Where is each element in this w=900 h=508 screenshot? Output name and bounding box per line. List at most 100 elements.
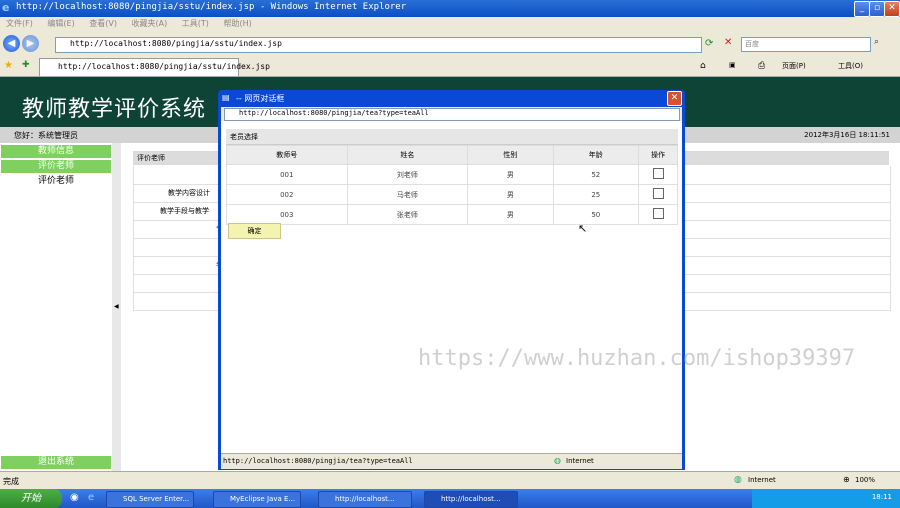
- cell-name: 刘老师: [346, 164, 469, 185]
- cell-id: 003: [226, 204, 348, 225]
- nav-teacher-info[interactable]: 教师信息: [1, 145, 111, 158]
- status-text: 完成: [3, 477, 19, 486]
- dialog-body: 老员选择 教师号 姓名 性别 年龄 操作 001 刘老师 男 52 002 马老…: [221, 121, 682, 453]
- address-input[interactable]: http://localhost:8080/pingjia/sstu/index…: [55, 37, 702, 53]
- favorites-star-icon[interactable]: ★: [4, 60, 13, 71]
- logout-button[interactable]: 退出系统: [1, 456, 111, 469]
- add-favorite-icon[interactable]: ✚: [22, 60, 30, 70]
- search-icon[interactable]: ⌕: [874, 37, 879, 47]
- cell-name: 张老师: [346, 204, 469, 225]
- tools-menu[interactable]: 工具(O): [838, 61, 863, 71]
- mouse-cursor-icon: ↖: [578, 222, 588, 235]
- dialog-url: http://localhost:8080/pingjia/tea?type=t…: [239, 109, 429, 117]
- table-row: 001 刘老师 男 52: [226, 164, 678, 185]
- close-icon[interactable]: ✕: [884, 1, 900, 17]
- tab-bar: ★ ✚ http://localhost:8080/pingjia/sstu/i…: [0, 57, 900, 77]
- datetime: 2012年3月16日 18:11:51: [804, 131, 890, 139]
- start-button[interactable]: 开始: [0, 489, 62, 508]
- ie-quicklaunch-icon[interactable]: e: [88, 492, 94, 503]
- select-checkbox[interactable]: [652, 168, 664, 179]
- task-label: http://localhost...: [335, 495, 395, 503]
- status-zoom[interactable]: 100%: [855, 476, 875, 484]
- nav-evaluate-teacher-sub[interactable]: 评价老师: [1, 175, 111, 188]
- select-checkbox[interactable]: [652, 208, 664, 219]
- feeds-icon[interactable]: ▣: [729, 61, 736, 69]
- table-header-row: 教师号 姓名 性别 年龄 操作: [226, 145, 678, 165]
- home-icon[interactable]: ⌂: [700, 61, 706, 71]
- teacher-table: 教师号 姓名 性别 年龄 操作 001 刘老师 男 52 002 马老师 男 2…: [226, 145, 678, 225]
- task-ie-1[interactable]: http://localhost...: [318, 491, 412, 508]
- dialog-status-bar: http://localhost:8080/pingjia/tea?type=t…: [221, 453, 682, 469]
- content-label: 教学内容设计: [168, 189, 210, 197]
- tab-title: http://localhost:8080/pingjia/sstu/index…: [58, 62, 270, 71]
- system-tray: 18:11: [752, 489, 900, 508]
- task-myeclipse[interactable]: MyEclipse Java E...: [213, 491, 301, 508]
- globe-icon: ◍: [554, 456, 561, 465]
- col-gender: 性别: [467, 145, 554, 165]
- maximize-icon[interactable]: ▫: [869, 1, 885, 17]
- search-placeholder: 百度: [745, 40, 759, 48]
- cell-age: 52: [552, 164, 640, 185]
- stop-icon[interactable]: ✕: [724, 37, 732, 48]
- modal-dialog: ▤ -- 网页对话框 ✕ http://localhost:8080/pingj…: [218, 90, 685, 470]
- content-header-label: 评价老师: [137, 154, 165, 162]
- taskbar: 开始 ◉ e SQL Server Enter... MyEclipse Jav…: [0, 489, 900, 508]
- menu-file[interactable]: 文件(F): [6, 17, 33, 31]
- col-action: 操作: [638, 145, 678, 165]
- confirm-button[interactable]: 确定: [228, 223, 281, 239]
- status-zone: Internet: [748, 476, 776, 484]
- forward-icon[interactable]: ▶: [22, 35, 39, 52]
- col-teacher-id: 教师号: [226, 145, 348, 165]
- col-name: 姓名: [346, 145, 469, 165]
- back-icon[interactable]: ◀: [3, 35, 20, 52]
- table-row: 002 马老师 男 25: [226, 184, 678, 205]
- cell-age: 50: [552, 204, 640, 225]
- content-label: 教学手段与教学: [160, 207, 209, 215]
- section-header: 老员选择: [226, 129, 678, 145]
- menu-tools[interactable]: 工具(T): [182, 17, 209, 31]
- cell-id: 002: [226, 184, 348, 205]
- nav-evaluate-teacher[interactable]: 评价老师: [1, 160, 111, 173]
- page-menu[interactable]: 页面(P): [782, 61, 806, 71]
- task-ie-2[interactable]: http://localhost...: [424, 491, 518, 508]
- col-age: 年龄: [552, 145, 640, 165]
- menu-favorites[interactable]: 收藏夹(A): [132, 17, 168, 31]
- task-label: http://localhost...: [441, 495, 501, 503]
- dialog-address-bar: http://localhost:8080/pingjia/tea?type=t…: [221, 107, 682, 121]
- task-sql-server[interactable]: SQL Server Enter...: [106, 491, 194, 508]
- address-url: http://localhost:8080/pingjia/sstu/index…: [70, 39, 282, 48]
- dialog-address-input: http://localhost:8080/pingjia/tea?type=t…: [224, 108, 680, 121]
- cell-name: 马老师: [346, 184, 469, 205]
- dialog-close-icon[interactable]: ✕: [667, 91, 682, 106]
- table-row: 003 张老师 男 50: [226, 204, 678, 225]
- cell-action: [638, 164, 678, 185]
- greeting: 您好：系统管理员: [14, 131, 78, 140]
- refresh-icon[interactable]: ⟳: [705, 38, 713, 49]
- cell-gender: 男: [467, 164, 554, 185]
- select-checkbox[interactable]: [652, 188, 664, 199]
- frame-splitter[interactable]: ◀: [112, 143, 121, 471]
- cell-age: 25: [552, 184, 640, 205]
- minimize-icon[interactable]: _: [854, 1, 870, 17]
- menu-help[interactable]: 帮助(H): [223, 17, 251, 31]
- status-bar: 完成 ◍ Internet ⊕ 100%: [0, 471, 900, 490]
- address-toolbar: ◀ ▶ http://localhost:8080/pingjia/sstu/i…: [0, 31, 900, 57]
- collapse-arrow-icon[interactable]: ◀: [114, 303, 119, 310]
- search-input[interactable]: 百度: [741, 37, 871, 52]
- menu-view[interactable]: 查看(V): [89, 17, 117, 31]
- zoom-icon[interactable]: ⊕: [843, 475, 850, 484]
- menu-edit[interactable]: 编辑(E): [47, 17, 74, 31]
- left-nav: 教师信息 评价老师 评价老师 退出系统: [0, 143, 113, 471]
- cell-id: 001: [226, 164, 348, 185]
- watermark: https://www.huzhan.com/ishop39397: [418, 346, 856, 371]
- tab-current[interactable]: http://localhost:8080/pingjia/sstu/index…: [39, 58, 270, 76]
- window-title-bar: e http://localhost:8080/pingjia/sstu/ind…: [0, 0, 900, 17]
- cell-action: [638, 204, 678, 225]
- cell-action: [638, 184, 678, 205]
- quicklaunch-icon[interactable]: ◉: [70, 492, 79, 503]
- dialog-status-url: http://localhost:8080/pingjia/tea?type=t…: [223, 457, 413, 465]
- dialog-icon: ▤: [222, 93, 230, 102]
- dialog-title-bar: ▤ -- 网页对话框 ✕: [218, 90, 685, 107]
- print-icon[interactable]: ⎙: [758, 61, 765, 71]
- ie-logo-icon: e: [2, 1, 10, 14]
